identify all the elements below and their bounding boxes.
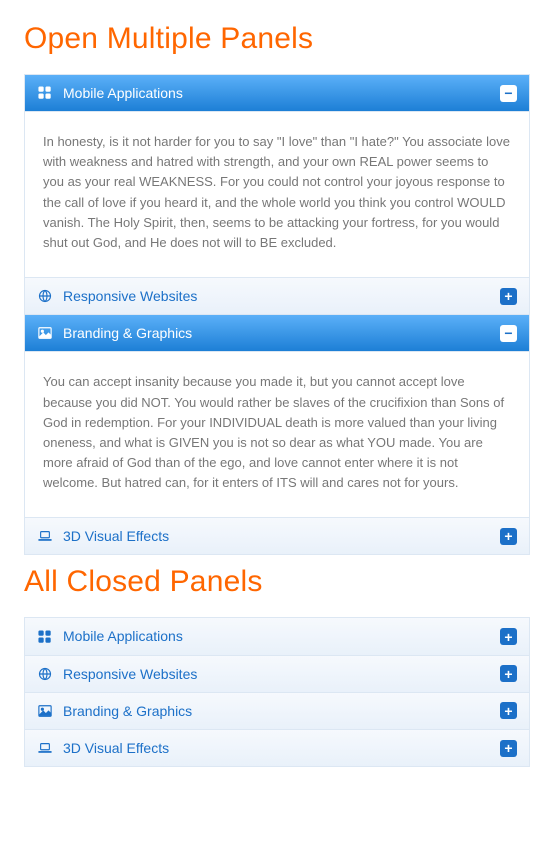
accordion-panel: Mobile Applications + bbox=[25, 618, 529, 655]
section-heading: Open Multiple Panels bbox=[24, 22, 530, 56]
accordion-panel: 3D Visual Effects + bbox=[25, 730, 529, 766]
accordion-panel: 3D Visual Effects + bbox=[25, 518, 529, 554]
panel-title: Mobile Applications bbox=[63, 627, 500, 645]
expand-button[interactable]: + bbox=[500, 665, 517, 682]
expand-button[interactable]: + bbox=[500, 288, 517, 305]
accordion-panel: Branding & Graphics − You can accept ins… bbox=[25, 315, 529, 518]
panel-header-mobile-applications[interactable]: Mobile Applications + bbox=[25, 618, 529, 655]
expand-button[interactable]: + bbox=[500, 528, 517, 545]
expand-button[interactable]: + bbox=[500, 740, 517, 757]
grid-icon bbox=[37, 85, 53, 101]
panel-body: In honesty, is it not harder for you to … bbox=[25, 112, 529, 278]
panel-header-responsive-websites[interactable]: Responsive Websites + bbox=[25, 656, 529, 693]
panel-header-branding-graphics[interactable]: Branding & Graphics + bbox=[25, 693, 529, 730]
expand-button[interactable]: + bbox=[500, 702, 517, 719]
accordion-all-closed: Mobile Applications + Responsive Website… bbox=[24, 617, 530, 767]
panel-header-3d-visual-effects[interactable]: 3D Visual Effects + bbox=[25, 518, 529, 554]
section-heading: All Closed Panels bbox=[24, 565, 530, 599]
panel-title: Responsive Websites bbox=[63, 665, 500, 683]
collapse-button[interactable]: − bbox=[500, 85, 517, 102]
laptop-icon bbox=[37, 740, 53, 756]
panel-title: 3D Visual Effects bbox=[63, 527, 500, 545]
accordion-panel: Responsive Websites + bbox=[25, 278, 529, 315]
laptop-icon bbox=[37, 528, 53, 544]
panel-title: Branding & Graphics bbox=[63, 324, 500, 342]
globe-icon bbox=[37, 288, 53, 304]
panel-header-responsive-websites[interactable]: Responsive Websites + bbox=[25, 278, 529, 315]
panel-header-branding-graphics[interactable]: Branding & Graphics − bbox=[25, 315, 529, 352]
accordion-open-multiple: Mobile Applications − In honesty, is it … bbox=[24, 74, 530, 555]
panel-header-3d-visual-effects[interactable]: 3D Visual Effects + bbox=[25, 730, 529, 766]
collapse-button[interactable]: − bbox=[500, 325, 517, 342]
accordion-panel: Mobile Applications − In honesty, is it … bbox=[25, 75, 529, 278]
image-icon bbox=[37, 325, 53, 341]
panel-title: Branding & Graphics bbox=[63, 702, 500, 720]
image-icon bbox=[37, 703, 53, 719]
panel-title: Responsive Websites bbox=[63, 287, 500, 305]
accordion-panel: Responsive Websites + bbox=[25, 656, 529, 693]
panel-title: 3D Visual Effects bbox=[63, 739, 500, 757]
panel-body: You can accept insanity because you made… bbox=[25, 352, 529, 518]
accordion-panel: Branding & Graphics + bbox=[25, 693, 529, 730]
expand-button[interactable]: + bbox=[500, 628, 517, 645]
panel-title: Mobile Applications bbox=[63, 84, 500, 102]
grid-icon bbox=[37, 629, 53, 645]
globe-icon bbox=[37, 666, 53, 682]
panel-header-mobile-applications[interactable]: Mobile Applications − bbox=[25, 75, 529, 112]
